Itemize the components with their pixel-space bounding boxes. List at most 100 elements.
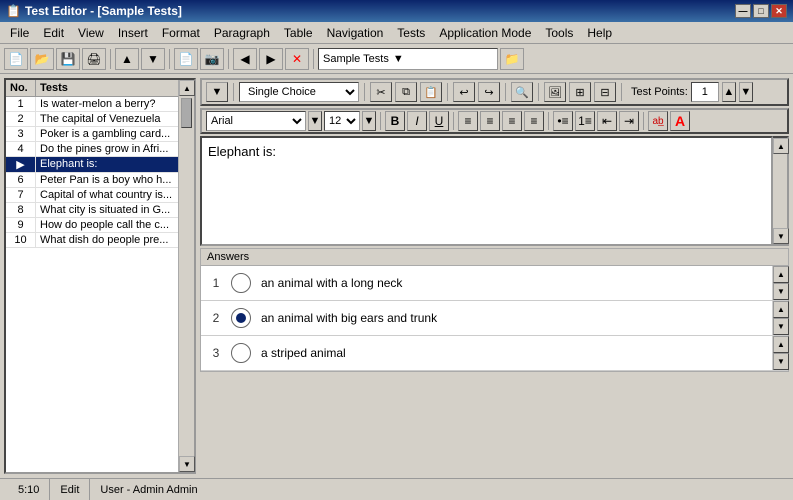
close-button[interactable]: ✕ xyxy=(771,4,787,18)
menu-application-mode[interactable]: Application Mode xyxy=(433,24,537,42)
question-area[interactable]: Elephant is: xyxy=(200,136,773,246)
stop-button[interactable]: ✕ xyxy=(285,48,309,70)
answer-scroll-1[interactable]: ▲ ▼ xyxy=(772,266,788,300)
highlight-button[interactable]: ab̲ xyxy=(648,111,668,131)
list-item[interactable]: 3 Poker is a gambling card... xyxy=(6,127,178,142)
minimize-button[interactable]: — xyxy=(735,4,751,18)
test-points-input[interactable] xyxy=(691,82,719,102)
undo-button[interactable]: ↩ xyxy=(453,82,475,102)
print-button[interactable]: 🖨 xyxy=(82,48,106,70)
font-size-selector[interactable]: 12 xyxy=(324,111,360,131)
indent-button[interactable]: ⇥ xyxy=(619,111,639,131)
test-list-panel: No. Tests 1 Is water-melon a berry? 2 Th… xyxy=(4,78,196,474)
camera-button[interactable]: 📷 xyxy=(200,48,224,70)
row-text: Do the pines grow in Afri... xyxy=(36,142,178,156)
answers-header: Answers xyxy=(201,249,788,266)
image-button[interactable]: 🖼 xyxy=(544,82,566,102)
answer-radio-2[interactable] xyxy=(231,308,251,328)
row-number: 6 xyxy=(6,173,36,187)
italic-button[interactable]: I xyxy=(407,111,427,131)
answer-radio-1[interactable] xyxy=(231,273,251,293)
row-number: 3 xyxy=(6,127,36,141)
align-left-button[interactable]: ≡ xyxy=(458,111,478,131)
titlebar-left: 📋 Test Editor - [Sample Tests] xyxy=(6,4,182,18)
question-scrollbar[interactable]: ▲ ▼ xyxy=(773,136,789,246)
scroll-thumb[interactable] xyxy=(181,98,192,128)
scroll-up-button[interactable]: ▲ xyxy=(179,80,195,96)
paste-button[interactable]: 📋 xyxy=(420,82,442,102)
menu-tests[interactable]: Tests xyxy=(391,24,431,42)
answer-radio-3[interactable] xyxy=(231,343,251,363)
list-item-active[interactable]: ▶Elephant is: xyxy=(6,157,178,173)
copy-button[interactable]: ⧉ xyxy=(395,82,417,102)
answer-scroll-2[interactable]: ▲ ▼ xyxy=(772,301,788,335)
list-item[interactable]: 9 How do people call the c... xyxy=(6,218,178,233)
bold-button[interactable]: B xyxy=(385,111,405,131)
row-text: What dish do people pre... xyxy=(36,233,178,247)
menu-table[interactable]: Table xyxy=(278,24,319,42)
list-item[interactable]: 7 Capital of what country is... xyxy=(6,188,178,203)
list-item[interactable]: 8 What city is situated in G... xyxy=(6,203,178,218)
row-text: Elephant is: xyxy=(36,157,178,172)
ans-scroll-down-2[interactable]: ▼ xyxy=(773,318,789,335)
new2-button[interactable]: 📄 xyxy=(174,48,198,70)
new-button[interactable]: 📄 xyxy=(4,48,28,70)
font-selector[interactable]: Arial xyxy=(206,111,306,131)
menu-edit[interactable]: Edit xyxy=(37,24,70,42)
titlebar-controls[interactable]: — □ ✕ xyxy=(735,4,787,18)
align-right-button[interactable]: ≡ xyxy=(502,111,522,131)
answer-row-3: 3 a striped animal ▲ ▼ xyxy=(201,336,788,371)
list-ordered-button[interactable]: 1≡ xyxy=(575,111,595,131)
align-center-button[interactable]: ≡ xyxy=(480,111,500,131)
points-up-button[interactable]: ▲ xyxy=(722,82,736,102)
browse-button[interactable]: 📁 xyxy=(500,48,524,70)
points-down-button[interactable]: ▼ xyxy=(739,82,753,102)
table-insert-button[interactable]: ⊞ xyxy=(569,82,591,102)
menu-tools[interactable]: Tools xyxy=(539,24,579,42)
back-button[interactable]: ◀ xyxy=(233,48,257,70)
list-unordered-button[interactable]: •≡ xyxy=(553,111,573,131)
qscroll-up[interactable]: ▲ xyxy=(773,138,789,154)
nav-up-button[interactable]: ▲ xyxy=(115,48,139,70)
answer-scroll-3[interactable]: ▲ ▼ xyxy=(772,336,788,370)
cut-button[interactable]: ✂ xyxy=(370,82,392,102)
redo-button[interactable]: ↪ xyxy=(478,82,500,102)
ans-scroll-up-2[interactable]: ▲ xyxy=(773,301,789,318)
list-item[interactable]: 10 What dish do people pre... xyxy=(6,233,178,248)
qscroll-down[interactable]: ▼ xyxy=(773,228,789,244)
scroll-down-button[interactable]: ▼ xyxy=(179,456,195,472)
font-color-button[interactable]: A xyxy=(670,111,690,131)
find-button[interactable]: 🔍 xyxy=(511,82,533,102)
menu-format[interactable]: Format xyxy=(156,24,206,42)
nav-down-button[interactable]: ▼ xyxy=(141,48,165,70)
list-scrollbar[interactable]: ▲ ▼ xyxy=(178,80,194,472)
ans-scroll-up-3[interactable]: ▲ xyxy=(773,336,789,353)
list-item[interactable]: 2 The capital of Venezuela xyxy=(6,112,178,127)
menu-help[interactable]: Help xyxy=(581,24,618,42)
menu-view[interactable]: View xyxy=(72,24,110,42)
question-type-selector[interactable]: Single Choice xyxy=(239,82,359,102)
align-justify-button[interactable]: ≡ xyxy=(524,111,544,131)
test-selector[interactable]: Sample Tests ▼ xyxy=(318,48,498,70)
list-item[interactable]: 4 Do the pines grow in Afri... xyxy=(6,142,178,157)
underline-button[interactable]: U xyxy=(429,111,449,131)
choice-dropdown-btn[interactable]: ▼ xyxy=(206,82,228,102)
menu-paragraph[interactable]: Paragraph xyxy=(208,24,276,42)
menu-file[interactable]: File xyxy=(4,24,35,42)
save-button[interactable]: 💾 xyxy=(56,48,80,70)
ans-scroll-down-3[interactable]: ▼ xyxy=(773,353,789,370)
menu-navigation[interactable]: Navigation xyxy=(321,24,390,42)
list-item[interactable]: 6 Peter Pan is a boy who h... xyxy=(6,173,178,188)
ans-scroll-up-1[interactable]: ▲ xyxy=(773,266,789,283)
outdent-button[interactable]: ⇤ xyxy=(597,111,617,131)
menu-insert[interactable]: Insert xyxy=(112,24,154,42)
fontsize-dropdown-btn[interactable]: ▼ xyxy=(362,111,376,131)
open-button[interactable]: 📂 xyxy=(30,48,54,70)
maximize-button[interactable]: □ xyxy=(753,4,769,18)
table-extra-button[interactable]: ⊟ xyxy=(594,82,616,102)
list-with-scroll: No. Tests 1 Is water-melon a berry? 2 Th… xyxy=(6,80,194,472)
font-dropdown-btn[interactable]: ▼ xyxy=(308,111,322,131)
forward-button[interactable]: ▶ xyxy=(259,48,283,70)
list-item[interactable]: 1 Is water-melon a berry? xyxy=(6,97,178,112)
ans-scroll-down-1[interactable]: ▼ xyxy=(773,283,789,300)
